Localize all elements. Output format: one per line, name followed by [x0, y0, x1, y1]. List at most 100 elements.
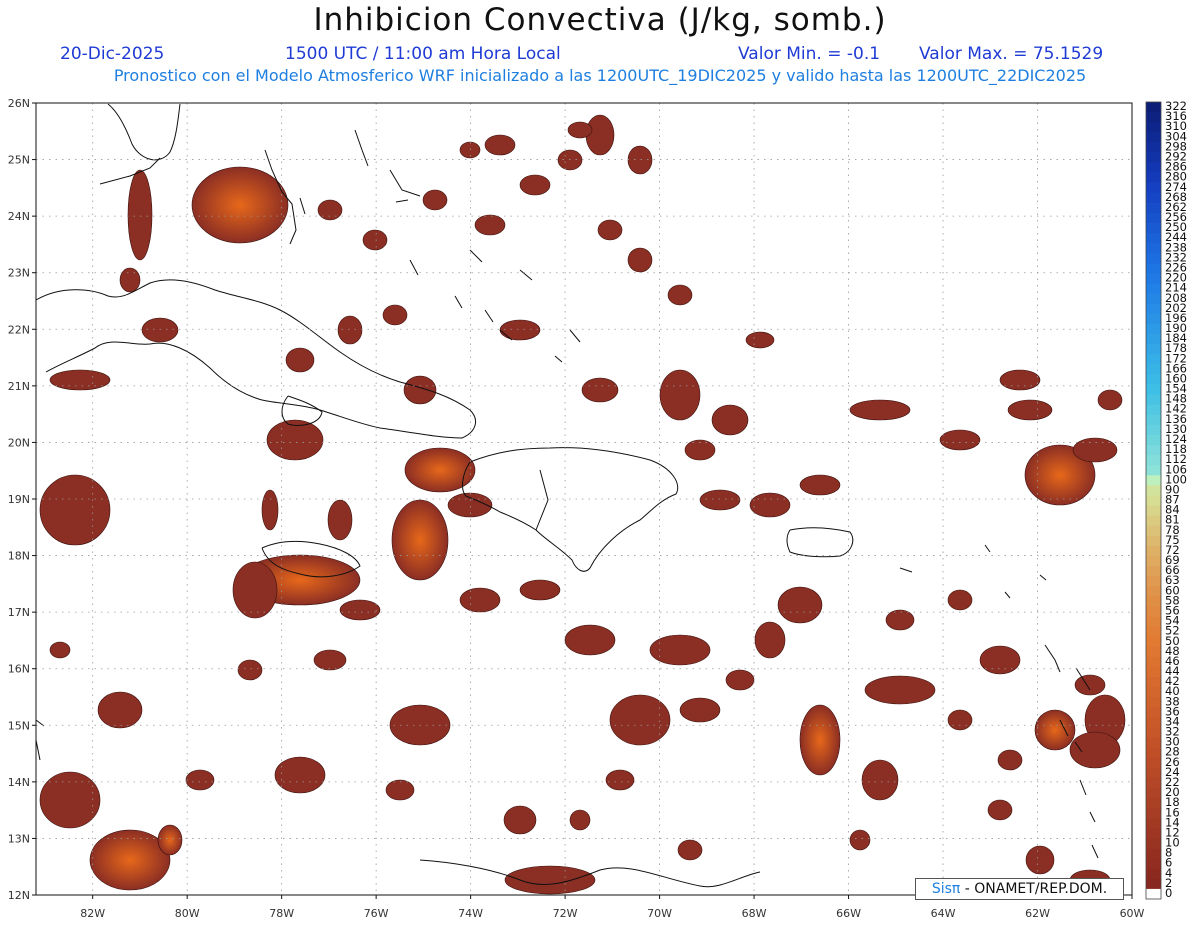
legend-swatch [1146, 313, 1161, 325]
legend-swatch [1146, 323, 1161, 335]
legend-swatch [1146, 626, 1161, 638]
lat-tick-label: 24N [8, 210, 30, 223]
legend-swatch [1146, 394, 1161, 406]
cuba-coast [35, 279, 477, 439]
legend-swatch [1146, 697, 1161, 708]
lat-tick-label: 25N [8, 154, 30, 167]
legend-swatch [1146, 283, 1161, 295]
puerto-rico-coast [786, 527, 854, 558]
legend-swatch [1146, 434, 1161, 446]
legend-swatch [1146, 515, 1161, 527]
legend-swatch [1146, 707, 1161, 718]
legend-swatch [1146, 243, 1161, 254]
lon-tick-label: 82W [80, 907, 105, 920]
lat-tick-label: 19N [8, 493, 30, 506]
legend-swatch [1146, 455, 1161, 466]
lat-tick-label: 15N [8, 719, 30, 732]
legend-swatch [1146, 677, 1161, 688]
coastlines [35, 103, 1099, 888]
legend-swatch [1146, 737, 1161, 749]
lat-tick-label: 26N [8, 97, 30, 110]
legend-swatch [1146, 788, 1161, 799]
legend-swatch [1146, 495, 1161, 506]
legend-swatch [1146, 404, 1161, 416]
legend-swatch [1146, 878, 1161, 890]
legend-swatch [1146, 505, 1161, 517]
legend-swatch [1146, 545, 1161, 557]
legend-swatch [1146, 596, 1161, 607]
lon-tick-label: 80W [175, 907, 200, 920]
lon-tick-label: 68W [742, 907, 767, 920]
legend-swatch [1146, 757, 1161, 769]
legend-swatch [1146, 717, 1161, 728]
lon-tick-label: 66W [836, 907, 861, 920]
legend-swatch [1146, 576, 1161, 587]
legend-swatch [1146, 202, 1161, 214]
legend-swatch [1146, 364, 1161, 375]
legend-swatch [1146, 233, 1161, 244]
lon-tick-label: 74W [458, 907, 483, 920]
legend-swatch [1146, 555, 1161, 567]
legend-swatch [1146, 223, 1161, 234]
legend-swatch [1146, 475, 1161, 486]
legend-swatch [1146, 122, 1161, 133]
lat-tick-label: 20N [8, 436, 30, 449]
legend-swatch [1146, 374, 1161, 385]
legend-swatch [1146, 132, 1161, 143]
lon-tick-label: 64W [931, 907, 956, 920]
legend-swatch [1146, 142, 1161, 153]
lon-tick-label: 62W [1025, 907, 1050, 920]
lat-tick-label: 23N [8, 267, 30, 280]
legend-swatch [1146, 646, 1161, 658]
legend-swatch [1146, 535, 1161, 547]
lat-tick-label: 18N [8, 550, 30, 563]
legend-swatch [1146, 354, 1161, 365]
legend-swatch [1146, 112, 1161, 123]
legend-swatch [1146, 525, 1161, 537]
color-legend: 3223163103042982922862802742682622562502… [1145, 99, 1187, 900]
lon-tick-label: 70W [647, 907, 672, 920]
legend-swatch [1146, 818, 1161, 829]
legend-swatch [1146, 182, 1161, 194]
legend-swatch [1146, 868, 1161, 880]
lat-tick-label: 21N [8, 380, 30, 393]
florida-coast [107, 103, 181, 161]
legend-swatch [1146, 485, 1161, 496]
legend-swatch [1146, 344, 1161, 355]
credit-box: Sisπ - ONAMET/REP.DOM. [915, 878, 1124, 900]
lat-tick-label: 12N [8, 889, 30, 902]
legend-value: 0 [1165, 886, 1172, 900]
legend-swatch [1146, 888, 1161, 900]
lon-tick-label: 72W [553, 907, 578, 920]
legend-swatch [1146, 747, 1161, 759]
cin-field [39, 114, 1126, 895]
legend-swatch [1146, 334, 1161, 345]
legend-swatch [1146, 212, 1161, 224]
legend-swatch [1146, 293, 1161, 305]
lon-tick-label: 76W [364, 907, 389, 920]
legend-swatch [1146, 414, 1161, 426]
lat-tick-label: 22N [8, 323, 30, 336]
legend-swatch [1146, 636, 1161, 648]
legend-swatch [1146, 777, 1161, 789]
legend-swatch [1146, 445, 1161, 456]
legend-swatch [1146, 172, 1161, 184]
legend-swatch [1146, 828, 1161, 839]
legend-swatch [1146, 465, 1161, 476]
lat-lon-grid: 82W 80W 78W 76W 74W 72W 70W 68W 66W 64W 62W 60W 12N 1… [8, 97, 1145, 920]
legend-swatch [1146, 687, 1161, 698]
legend-swatch [1146, 263, 1161, 274]
legend-swatch [1146, 798, 1161, 809]
legend-swatch [1146, 424, 1161, 436]
legend-swatch [1146, 152, 1161, 163]
hispaniola-coast [462, 447, 679, 572]
legend-swatch [1146, 384, 1161, 395]
legend-swatch [1146, 838, 1161, 849]
lat-tick-label: 14N [8, 776, 30, 789]
legend-swatch [1146, 666, 1161, 678]
legend-swatch [1146, 162, 1161, 174]
lat-tick-label: 13N [8, 832, 30, 845]
lon-tick-label: 60W [1120, 907, 1145, 920]
legend-swatch [1146, 273, 1161, 284]
legend-swatch [1146, 808, 1161, 819]
